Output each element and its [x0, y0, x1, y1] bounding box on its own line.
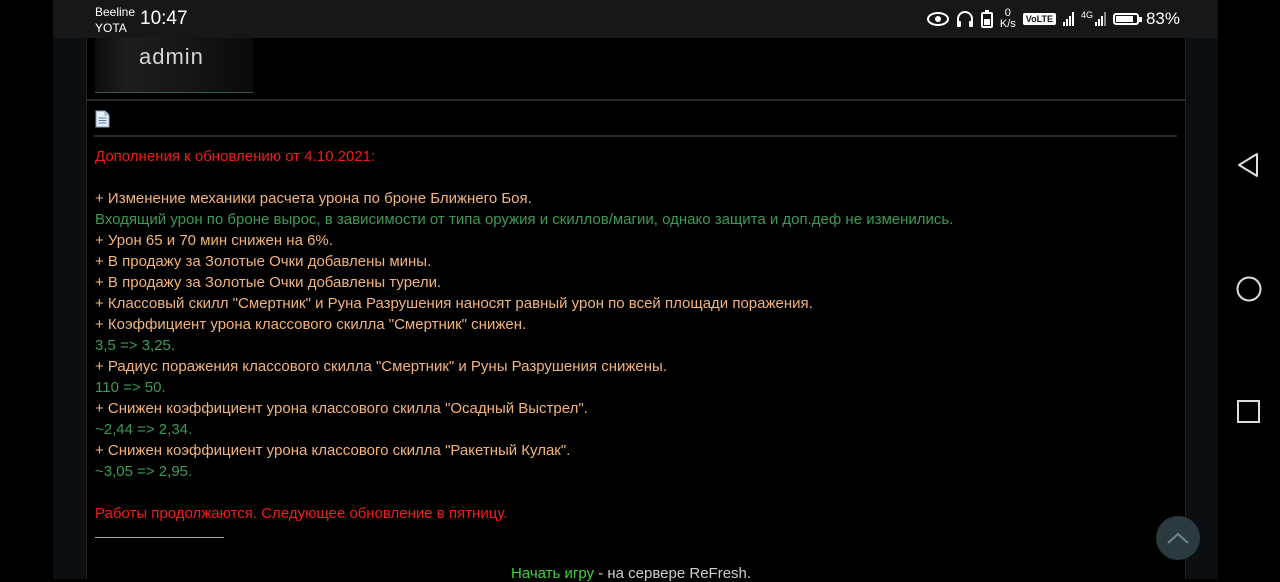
carrier-name-2: YOTA: [95, 21, 127, 35]
start-game-link[interactable]: Начать игру: [511, 565, 594, 582]
home-circle-icon[interactable]: [1236, 276, 1262, 302]
post-line: Работы продолжаются. Следующее обновлени…: [95, 505, 508, 522]
post-line: + Классовый скилл "Смертник" и Руна Разр…: [95, 295, 813, 312]
footer-text: - на сервере ReFresh.: [594, 565, 752, 582]
post-line: ~2,44 => 2,34.: [95, 421, 193, 438]
signal-icon-2: [1094, 12, 1106, 26]
document-icon[interactable]: [95, 110, 110, 128]
chevron-up-icon: [1167, 532, 1189, 544]
post-line: + В продажу за Золотые Очки добавлены ту…: [95, 274, 442, 291]
post-line: Дополнения к обновлению от 4.10.2021:: [95, 148, 376, 165]
forum-post: admin Дополнения к обновлению от 4.10.20…: [86, 38, 1186, 582]
divider: [87, 99, 1185, 101]
post-line: + Коэффициент урона классового скилла "С…: [95, 316, 527, 333]
headphones-icon: [956, 11, 973, 27]
clock: 10:47: [140, 8, 188, 29]
post-line: Входящий урон по броне вырос, в зависимо…: [95, 211, 954, 228]
signature-divider: [95, 537, 224, 538]
post-line: 3,5 => 3,25.: [95, 337, 176, 354]
carrier-name-1: Beeline: [95, 5, 136, 19]
eye-icon: [926, 12, 949, 26]
post-line: + Радиус поражения классового скилла "См…: [95, 358, 667, 375]
battery-icon: [1112, 13, 1142, 25]
post-line: + Урон 65 и 70 мин снижен на 6%.: [95, 232, 333, 249]
post-line: ~3,05 => 2,95.: [95, 463, 193, 480]
post-line: + В продажу за Золотые Очки добавлены ми…: [95, 253, 432, 270]
post-line: 110 => 50.: [95, 379, 166, 396]
avatar-name: admin: [139, 44, 204, 69]
footer: Начать игру - на сервере ReFresh.: [511, 565, 751, 582]
web-page: admin Дополнения к обновлению от 4.10.20…: [53, 38, 1218, 582]
net-speed: 0 K/s: [1000, 8, 1016, 30]
avatar: admin: [95, 38, 253, 93]
post-line: + Изменение механики расчета урона по бр…: [95, 190, 532, 207]
phone-screen: Beeline YOTA 10:47 0 K/s VoLTE 4G 83% ad…: [53, 0, 1218, 582]
carrier-label: Beeline YOTA: [95, 4, 135, 36]
battery-percent: 83%: [1145, 9, 1180, 28]
back-triangle-icon[interactable]: [1236, 152, 1262, 178]
post-line: + Снижен коэффициент урона классового ск…: [95, 442, 571, 459]
post-body: Дополнения к обновлению от 4.10.2021: + И…: [95, 146, 1175, 524]
volte-icon: VoLTE: [1022, 13, 1056, 25]
divider: [94, 135, 1177, 137]
battery-saver-icon: [980, 10, 993, 28]
net-speed-unit: K/s: [999, 18, 1016, 30]
network-type-label: 4G: [1080, 9, 1093, 20]
post-line: + Снижен коэффициент урона классового ск…: [95, 400, 588, 417]
scroll-to-top-button[interactable]: [1156, 516, 1200, 560]
status-bar: Beeline YOTA 10:47 0 K/s VoLTE 4G 83%: [53, 0, 1218, 38]
navigation-bar: [1218, 0, 1280, 579]
recent-square-icon[interactable]: [1236, 399, 1262, 425]
status-icons: 0 K/s VoLTE 4G 83%: [926, 6, 1180, 32]
signal-icon: [1062, 12, 1074, 26]
